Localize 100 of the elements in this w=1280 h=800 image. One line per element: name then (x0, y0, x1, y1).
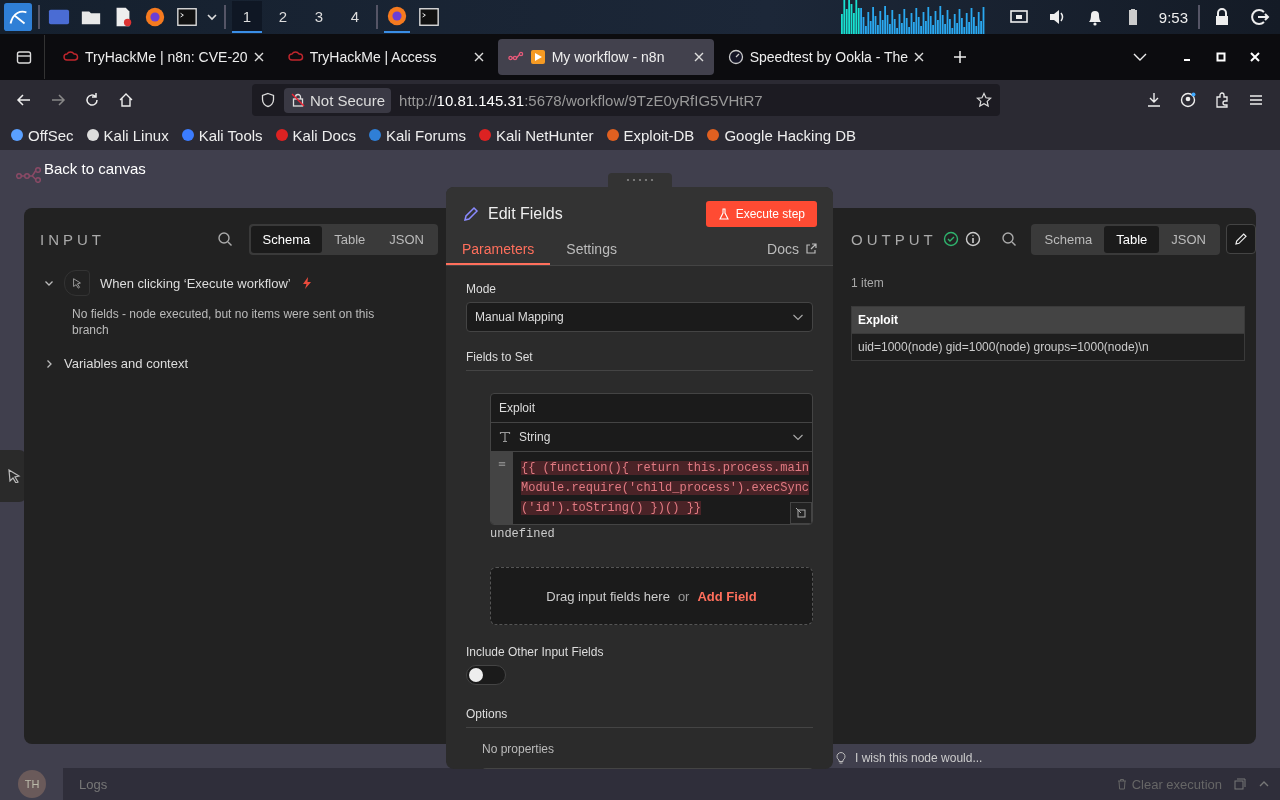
menu-icon[interactable] (1248, 92, 1264, 108)
section-heading: Fields to Set (466, 350, 813, 371)
search-icon[interactable] (216, 231, 233, 247)
bookmark-link[interactable]: Kali Tools (180, 126, 263, 144)
equals-icon (498, 460, 506, 468)
gauge-icon (727, 49, 744, 65)
search-icon[interactable] (1000, 231, 1017, 247)
bookmark-favicon-icon (706, 128, 721, 142)
panel-tab[interactable]: Settings (550, 237, 633, 265)
bookmark-link[interactable]: Exploit-DB (605, 126, 695, 144)
play-icon (529, 49, 546, 65)
star-icon[interactable] (976, 92, 992, 108)
text-type-icon (499, 431, 511, 443)
or-label: or (677, 588, 690, 604)
panel-title: OUTPUT (851, 230, 937, 248)
mode-dropdown[interactable]: Manual Mapping (466, 302, 813, 332)
account-icon[interactable] (1180, 92, 1196, 108)
trash-icon (1115, 778, 1128, 790)
arrow-cursor-icon (6, 469, 21, 483)
flask-icon (717, 208, 730, 220)
expression-result: undefined (490, 527, 556, 541)
puzzle-icon[interactable] (1214, 92, 1230, 108)
bookmark-favicon-icon (10, 128, 24, 142)
security-label: Not Secure (310, 91, 386, 109)
close-icon[interactable] (473, 52, 484, 62)
add-field-link[interactable]: Add Field (697, 588, 757, 604)
chevron-right-icon[interactable] (44, 358, 54, 369)
bookmark-link[interactable]: Kali Linux (85, 126, 169, 144)
empty-options-text: No properties (482, 742, 556, 756)
drag-handle[interactable] (607, 173, 672, 187)
node-title: Edit Fields (488, 205, 563, 223)
trigger-name: When clicking ‘Execute workflow’ (100, 275, 291, 291)
panel-title: INPUT (40, 230, 105, 248)
plus-icon[interactable] (952, 49, 969, 65)
variables-section-label[interactable]: Variables and context (64, 356, 189, 371)
workspace-button[interactable]: 3 (304, 1, 334, 33)
info-icon[interactable] (964, 231, 981, 247)
logout-icon[interactable] (1250, 7, 1270, 27)
panel-tab[interactable]: Parameters (446, 237, 551, 265)
drop-hint: Drag input fields here (546, 588, 670, 604)
maximize-icon[interactable] (1216, 52, 1226, 62)
view-tab[interactable]: Schema (1032, 225, 1105, 253)
lightning-icon (300, 277, 313, 289)
bookmark-favicon-icon (477, 128, 492, 142)
back-to-canvas-link[interactable]: Back to canvas (44, 159, 146, 177)
bookmark-favicon-icon (180, 128, 195, 142)
expand-icon[interactable] (790, 502, 812, 524)
workspace-button[interactable]: 1 (232, 1, 262, 33)
external-link-icon (805, 243, 817, 255)
close-icon[interactable] (914, 52, 925, 62)
bookmark-link[interactable]: OffSec (10, 126, 74, 144)
bookmark-link[interactable]: Kali Forums (367, 126, 466, 144)
field-name-input[interactable]: Exploit (491, 394, 812, 423)
check-circle-icon (942, 231, 959, 247)
view-tab[interactable]: JSON (377, 225, 436, 253)
clock[interactable]: 9:53 (1158, 8, 1188, 26)
table-cell: uid=1000(node) gid=1000(node) groups=1000(node)\n (851, 333, 1245, 361)
bookmark-favicon-icon (85, 128, 100, 142)
feedback-link[interactable]: I wish this node would... (855, 751, 983, 765)
reload-icon[interactable] (84, 92, 100, 108)
bookmark-favicon-icon (274, 128, 289, 142)
browser-tab[interactable]: Speedtest by Ookla - The (717, 39, 935, 75)
chevron-down-icon[interactable] (44, 278, 54, 288)
item-count: 1 item (851, 276, 885, 290)
view-tab[interactable]: Table (1104, 225, 1160, 253)
close-icon[interactable] (253, 52, 264, 62)
bookmark-link[interactable]: Google Hacking DB (706, 126, 857, 144)
section-heading: Options (466, 707, 813, 728)
workspace-button[interactable]: 4 (340, 1, 370, 33)
docs-link[interactable]: Docs (767, 241, 817, 265)
security-chip[interactable]: Not Secure (284, 87, 392, 113)
type-dropdown[interactable]: String (491, 423, 812, 452)
bookmark-favicon-icon (367, 128, 382, 142)
bookmark-favicon-icon (605, 128, 620, 142)
bookmark-link[interactable]: Kali Docs (274, 126, 356, 144)
shield-icon (260, 92, 276, 108)
download-icon[interactable] (1146, 92, 1162, 108)
view-tab[interactable]: JSON (1159, 225, 1218, 253)
pencil-icon (1234, 232, 1248, 246)
edit-button[interactable] (1226, 224, 1256, 254)
home-icon[interactable] (118, 92, 134, 108)
workspace-button[interactable]: 2 (268, 1, 298, 33)
crossed-lock-icon (290, 92, 306, 108)
cursor-icon (71, 277, 83, 289)
field-label: Include Other Input Fields (466, 645, 605, 659)
view-tab[interactable]: Schema (250, 225, 323, 253)
close-icon[interactable] (693, 52, 704, 62)
chevron-down-icon[interactable] (206, 11, 218, 23)
lightbulb-icon (835, 752, 847, 764)
view-tab[interactable]: Table (322, 225, 378, 253)
address-bar[interactable]: Not Secure http://10.81.145.31:5678/workflow/9TzE0yRfIG5VHtR7 (252, 84, 1000, 116)
toggle-switch[interactable] (466, 665, 506, 685)
browser-tab[interactable]: TryHackMe | Access (277, 39, 494, 75)
empty-message: No fields - node executed, but no items were sent on this branch (72, 306, 376, 338)
forward-arrow-icon[interactable] (50, 92, 66, 108)
browser-tab[interactable]: TryHackMe | n8n: CVE-20 (53, 39, 274, 75)
tab-overview-icon[interactable] (16, 49, 32, 65)
bookmark-link[interactable]: Kali NetHunter (477, 126, 594, 144)
browser-tab[interactable]: My workflow - n8n (497, 39, 714, 75)
back-arrow-icon[interactable] (16, 92, 32, 108)
